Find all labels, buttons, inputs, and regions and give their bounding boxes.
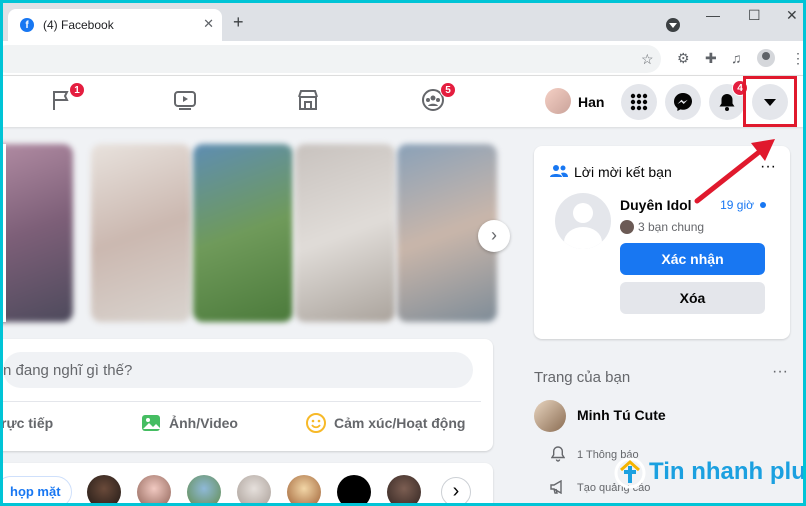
menu-kebab-icon[interactable]: ⋮ (791, 50, 803, 67)
close-tab-icon[interactable]: ✕ (203, 16, 214, 32)
close-window-button[interactable]: ✕ (786, 7, 798, 24)
create-room-button[interactable]: họp mặt (3, 476, 72, 503)
browser-window: f (4) Facebook ✕ + — ☐ ✕ ☆ ⚙ ✚ ♫ ⋮ 1 5 H… (3, 3, 803, 503)
pages-more-icon[interactable]: ··· (772, 363, 788, 381)
mutual-friends[interactable]: 3 bạn chung (638, 220, 704, 234)
rooms-bar: họp mặt › (3, 463, 493, 503)
room-avatar[interactable] (237, 475, 271, 503)
tab-search-icon[interactable] (666, 18, 680, 32)
composer-placeholder: n đang nghĩ gì thế? (3, 362, 133, 379)
media-control-icon[interactable]: ♫ (731, 50, 742, 66)
toolbar: ☆ ⚙ ✚ ♫ ⋮ (3, 41, 803, 75)
feeling-smile-icon (306, 413, 326, 433)
mutual-friend-avatar (620, 220, 634, 234)
photo-video-button[interactable]: Ảnh/Video (169, 415, 238, 431)
address-bar[interactable]: ☆ (3, 45, 661, 73)
friend-requests-heading: Lời mời kết bạn (574, 164, 672, 180)
extensions-puzzle-icon[interactable]: ✚ (705, 50, 717, 67)
messenger-icon (674, 93, 692, 111)
messenger-button[interactable] (665, 84, 701, 120)
delete-button[interactable]: Xóa (620, 282, 765, 314)
facebook-favicon-icon: f (20, 18, 34, 32)
maximize-button[interactable]: ☐ (748, 7, 761, 24)
new-tab-button[interactable]: + (233, 12, 244, 33)
rooms-next-button[interactable]: › (441, 477, 471, 503)
story-card[interactable] (295, 144, 395, 322)
highlight-box (743, 76, 797, 127)
photo-video-icon (142, 415, 160, 431)
stories-next-button[interactable]: › (478, 220, 510, 252)
room-avatar[interactable] (137, 475, 171, 503)
requester-name[interactable]: Duyên Idol (620, 197, 692, 213)
marketplace-shop-icon[interactable] (296, 88, 320, 112)
profile-icon[interactable] (757, 49, 775, 67)
bell-outline-icon (551, 446, 565, 462)
tab-strip: f (4) Facebook ✕ + — ☐ ✕ (3, 3, 803, 41)
menu-button[interactable] (621, 84, 657, 120)
page-avatar[interactable] (534, 400, 566, 432)
watch-video-icon[interactable] (173, 88, 197, 112)
watermark-logo-icon (614, 457, 646, 489)
pages-badge: 1 (69, 82, 85, 98)
story-card[interactable] (193, 144, 293, 322)
facebook-top-nav: 1 5 Han 4 (3, 75, 803, 127)
extension-gear-icon[interactable]: ⚙ (677, 50, 690, 67)
room-avatar[interactable] (87, 475, 121, 503)
tab-facebook[interactable]: f (4) Facebook ✕ (8, 9, 222, 41)
story-card[interactable] (3, 144, 73, 322)
confirm-button[interactable]: Xác nhận (620, 243, 765, 275)
post-composer: n đang nghĩ gì thế? rực tiếp Ảnh/Video C… (3, 339, 493, 451)
bookmark-star-icon[interactable]: ☆ (641, 51, 654, 68)
room-avatar[interactable] (287, 475, 321, 503)
user-name: Han (578, 94, 605, 110)
page-name[interactable]: Minh Tú Cute (577, 407, 666, 423)
groups-badge: 5 (440, 82, 456, 98)
megaphone-icon (550, 480, 562, 494)
stories-tray: › (3, 144, 510, 322)
room-avatar[interactable] (387, 475, 421, 503)
annotation-arrow-icon (694, 139, 775, 204)
watermark-text: Tin nhanh plus (649, 458, 803, 485)
composer-divider (3, 401, 481, 402)
requester-avatar[interactable] (555, 193, 611, 249)
grid-menu-icon (630, 93, 648, 111)
friends-icon (550, 165, 568, 177)
room-avatar[interactable] (187, 475, 221, 503)
scroll-edge (3, 144, 6, 322)
tab-title: (4) Facebook (43, 18, 114, 32)
your-pages-heading: Trang của bạn (534, 369, 631, 386)
user-avatar (545, 88, 571, 114)
minimize-button[interactable]: — (706, 7, 720, 23)
feeling-activity-button[interactable]: Cảm xúc/Hoạt động (334, 415, 465, 431)
room-avatar[interactable] (337, 475, 371, 503)
story-card[interactable] (91, 144, 191, 322)
live-video-button[interactable]: rực tiếp (3, 415, 53, 431)
